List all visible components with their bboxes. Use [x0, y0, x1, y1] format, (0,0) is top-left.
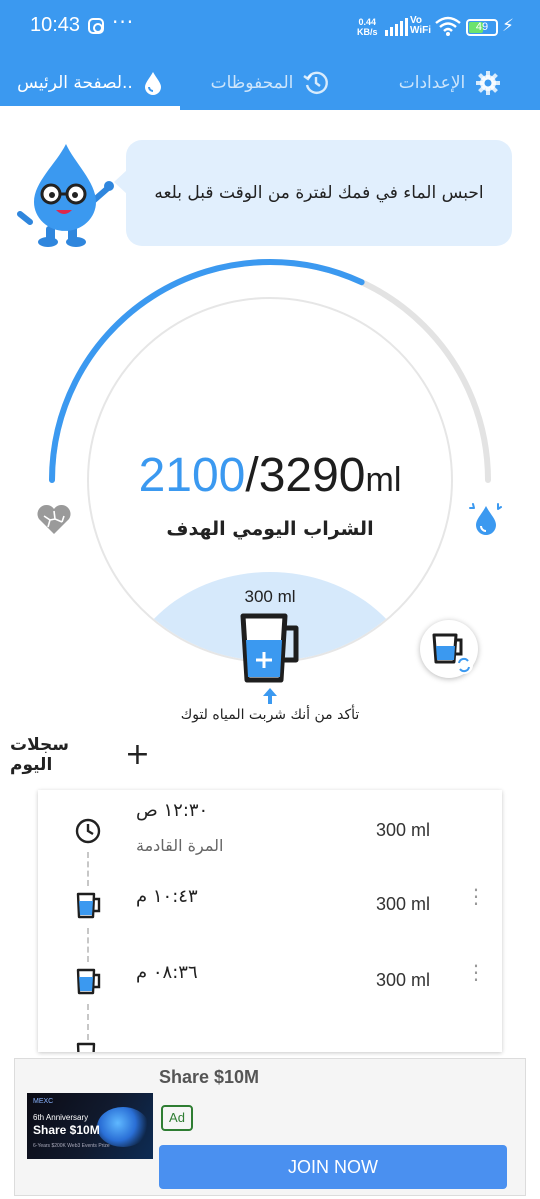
status-bar: 10:43 ··· 0.44 KB/s Vo WiFi 49 ⚡ — [0, 0, 540, 56]
ad-title[interactable]: Share $10M — [159, 1067, 259, 1088]
ad-image-line2: Share $10M — [33, 1123, 100, 1137]
app-bar: 10:43 ··· 0.44 KB/s Vo WiFi 49 ⚡ لصفحة الر… — [0, 0, 540, 110]
status-time: 10:43 — [30, 14, 81, 36]
gear-icon — [476, 71, 501, 95]
cup-icon — [76, 968, 101, 995]
ad-image-brand: MEXC — [33, 1098, 54, 1105]
ad-image-fine-print: 6-Years $200K Web3 Events Prize — [33, 1143, 110, 1149]
record-row-next: ١٢:٣٠ ص المرة القادمة 300 ml — [38, 798, 502, 858]
tab-home[interactable]: لصفحة الرئيس.. — [0, 56, 180, 110]
records-header: سجلات اليوم + — [10, 735, 150, 775]
records-title: سجلات اليوم — [10, 735, 69, 775]
ad-image[interactable]: MEXC 6th Anniversary Share $10M 6-Years … — [27, 1093, 153, 1159]
intake-unit: ml — [365, 461, 402, 499]
record-amount: 300 ml — [376, 894, 431, 914]
water-drop-icon — [144, 72, 161, 95]
ad-banner[interactable]: MEXC 6th Anniversary Share $10M 6-Years … — [14, 1058, 526, 1196]
tab-history[interactable]: المحفوظات — [180, 56, 360, 110]
tab-history-label: المحفوظات — [210, 73, 294, 93]
record-time: ١٢:٣٠ ص — [136, 800, 209, 821]
records-card: ١٢:٣٠ ص المرة القادمة 300 ml ١٠:٤٣ م 300… — [38, 790, 502, 1052]
signal-icon — [385, 18, 408, 36]
intake-goal: 3290 — [258, 449, 366, 502]
ad-cta-button[interactable]: JOIN NOW — [159, 1145, 507, 1189]
tip-text: احبس الماء في فمك لفترة من الوقت قبل بلع… — [154, 183, 484, 203]
tab-home-label: لصفحة الرئيس.. — [17, 73, 133, 93]
daily-goal-label: الشراب اليومي الهدف — [166, 518, 374, 540]
tab-settings-label: الإعدادات — [398, 73, 466, 93]
cup-size-label: 300 ml — [244, 587, 296, 606]
cup-icon — [76, 1042, 96, 1052]
tab-settings[interactable]: الإعدادات — [360, 56, 540, 110]
vowifi-indicator: Vo WiFi — [410, 15, 432, 36]
record-row[interactable]: ٠٨:٣٦ م 300 ml ⋮ — [38, 962, 502, 1024]
up-arrow-icon — [263, 688, 277, 704]
record-more-menu-icon[interactable]: ⋮ — [466, 962, 486, 982]
more-notifications-icon: ··· — [112, 10, 135, 34]
tip-bubble: احبس الماء في فمك لفترة من الوقت قبل بلع… — [114, 140, 512, 246]
record-subtitle: المرة القادمة — [136, 836, 224, 855]
intake-amount: 2100/3290ml — [0, 448, 540, 503]
intake-separator: / — [245, 449, 259, 502]
switch-cup-button[interactable] — [420, 620, 478, 678]
network-speed: 0.44 KB/s — [357, 17, 378, 37]
cup-icon — [76, 892, 101, 919]
battery-indicator: 49 — [466, 19, 498, 36]
add-record-button[interactable]: + — [125, 740, 150, 770]
intake-drunk: 2100 — [138, 449, 246, 502]
record-time: ١٠:٤٣ م — [136, 886, 198, 907]
add-water-button[interactable] — [238, 612, 304, 684]
clock-icon — [75, 818, 101, 844]
record-row[interactable]: ١٠:٤٣ م 300 ml ⋮ — [38, 886, 502, 948]
record-amount: 300 ml — [376, 970, 431, 990]
record-amount: 300 ml — [376, 820, 431, 840]
ad-image-graphic — [97, 1107, 149, 1147]
cup-swap-icon — [432, 633, 473, 674]
history-icon — [303, 71, 329, 94]
drink-hint: تأكد من أنك شربت المياه لتوك — [180, 707, 360, 723]
ad-badge: Ad — [161, 1105, 193, 1131]
record-time: ٠٨:٣٦ م — [136, 962, 198, 983]
tab-bar: لصفحة الرئيس.. المحفوظات الإعدادات — [0, 56, 540, 110]
mascot-drop-image — [17, 144, 114, 247]
record-more-menu-icon[interactable]: ⋮ — [466, 886, 486, 906]
ad-image-line1: 6th Anniversary — [33, 1113, 89, 1122]
wifi-icon — [435, 16, 461, 36]
instagram-icon — [88, 18, 104, 34]
charging-icon: ⚡ — [502, 16, 514, 36]
